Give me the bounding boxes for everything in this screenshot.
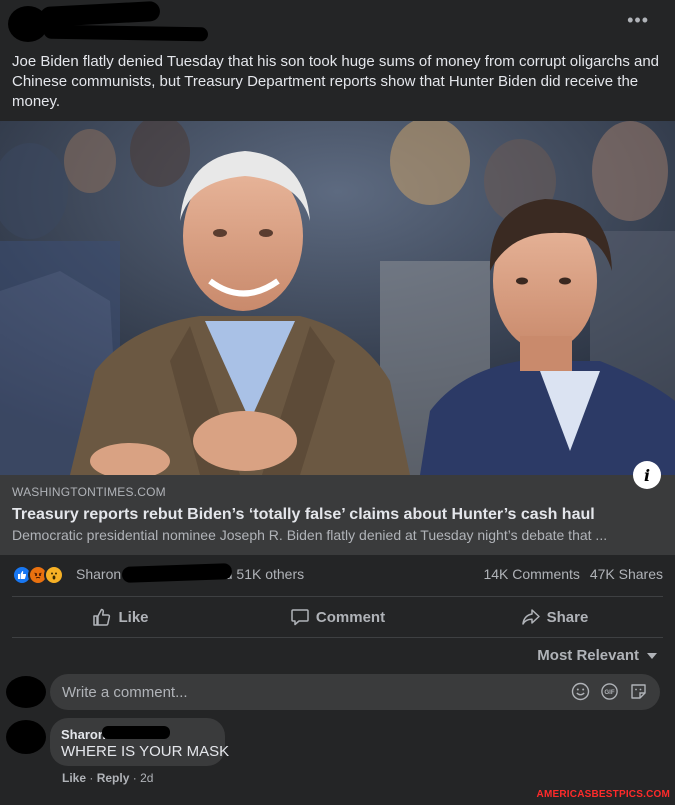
like-label: Like (118, 608, 149, 626)
comment-input[interactable] (62, 674, 542, 710)
photo-illustration (0, 121, 675, 475)
link-preview[interactable]: i WASHINGTONTIMES.COM Treasury reports r… (0, 461, 675, 555)
facebook-post: ••• Joe Biden flatly denied Tuesday that… (0, 0, 675, 805)
redacted-commenter-name (102, 726, 170, 739)
svg-text:GIF: GIF (604, 689, 614, 696)
comment-age[interactable]: 2d (140, 771, 153, 785)
link-description: Democratic presidential nominee Joseph R… (12, 527, 608, 543)
link-preview-image[interactable] (0, 121, 675, 475)
redacted-author-meta (43, 24, 209, 42)
info-icon[interactable]: i (633, 461, 661, 489)
shares-count[interactable]: 47K Shares (590, 566, 663, 582)
link-domain: WASHINGTONTIMES.COM (12, 485, 166, 499)
comment-icon (291, 609, 309, 626)
share-icon (521, 609, 540, 625)
comment-bubble: Sharon WHERE IS YOUR MASK (50, 718, 229, 766)
share-label: Share (546, 608, 589, 626)
comment-author[interactable]: Sharon (61, 727, 106, 742)
link-title[interactable]: Treasury reports rebut Biden’s ‘totally … (12, 506, 595, 524)
comment-input-tools: GIF (571, 682, 648, 701)
reaction-icons[interactable] (12, 565, 64, 585)
post-counts: 14K Comments 47K Shares (477, 566, 663, 582)
comment-button[interactable]: Comment (229, 598, 446, 636)
sort-label: Most Relevant (537, 647, 639, 664)
sticker-icon[interactable] (629, 682, 648, 701)
gif-icon[interactable]: GIF (600, 682, 619, 701)
post-stats: Sharon and 51K others 14K Comments 47K Sh… (12, 563, 663, 587)
comment-like-link[interactable]: Like (62, 771, 86, 785)
more-options-button[interactable]: ••• (627, 10, 649, 31)
redacted-viewer-avatar (6, 676, 46, 708)
comments-count[interactable]: 14K Comments (483, 566, 579, 582)
divider-bottom (12, 637, 663, 638)
comment-text: WHERE IS YOUR MASK (61, 743, 230, 760)
comment-input-box[interactable]: GIF (50, 674, 660, 710)
reaction-names-prefix: Sharon (76, 566, 122, 582)
chevron-down-icon (647, 652, 657, 659)
divider-top (12, 596, 663, 597)
wow-icon (44, 565, 64, 585)
redacted-author-name (39, 0, 161, 28)
post-actions: Like Comment Share (12, 598, 663, 636)
post-text: Joe Biden flatly denied Tuesday that his… (12, 53, 660, 110)
emoji-icon[interactable] (571, 682, 590, 701)
comment-sort-dropdown[interactable]: Most Relevant (537, 647, 657, 664)
like-button[interactable]: Like (12, 598, 229, 636)
comment-reply-link[interactable]: Reply (97, 771, 130, 785)
comment-meta: Like · Reply · 2d (62, 771, 154, 785)
watermark: AMERICASBESTPICS.COM (536, 789, 670, 800)
thumbs-up-icon (93, 608, 111, 626)
redacted-commenter-avatar (6, 720, 46, 754)
share-button[interactable]: Share (446, 598, 663, 636)
comment-label: Comment (315, 608, 386, 626)
